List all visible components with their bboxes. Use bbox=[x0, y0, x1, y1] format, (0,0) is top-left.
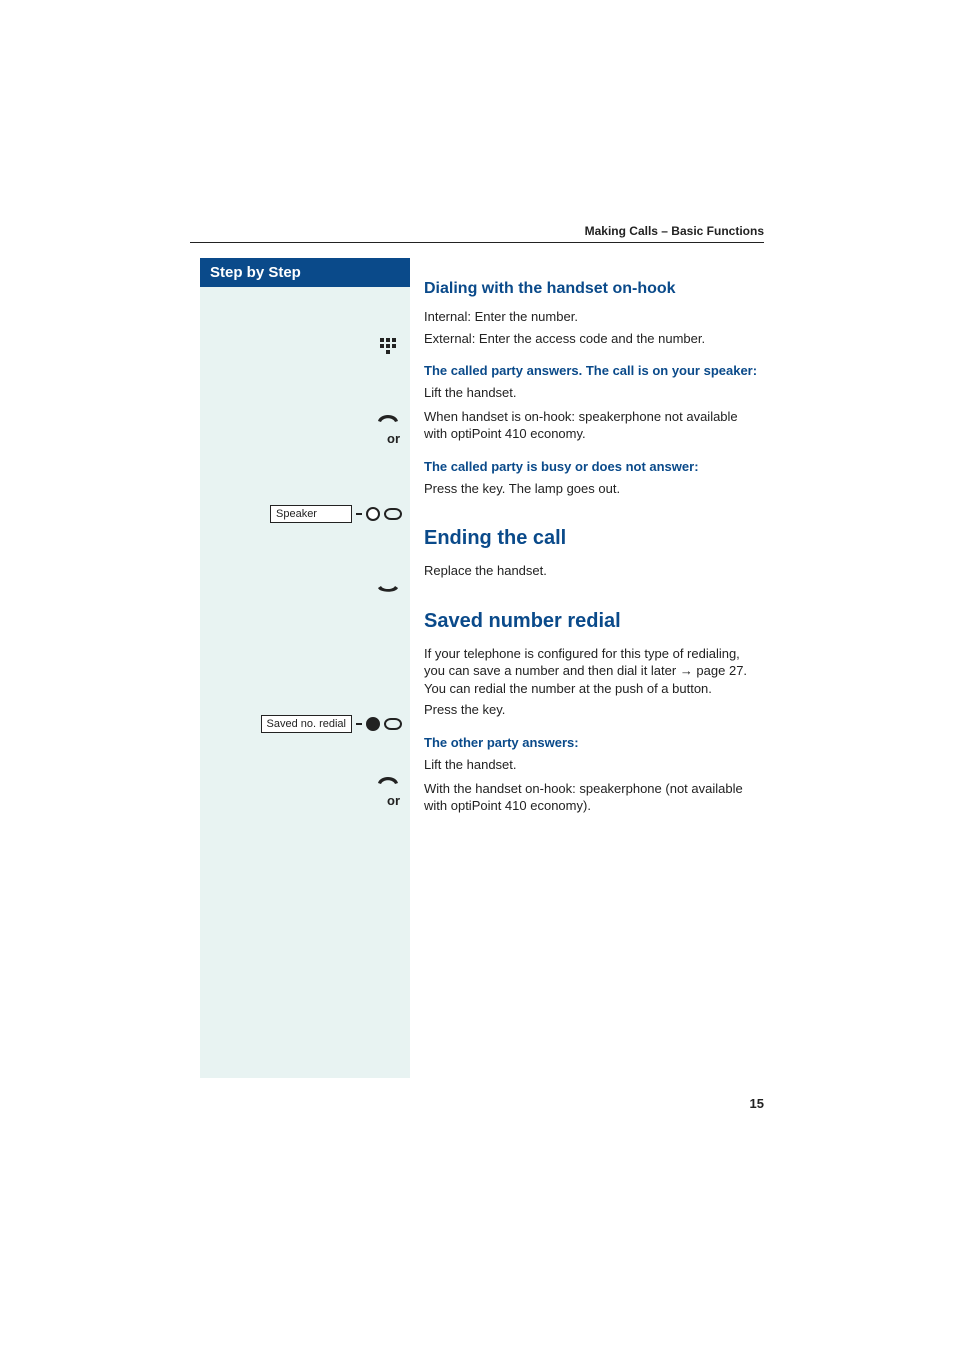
press-key-lamp-line: Press the key. The lamp goes out. bbox=[424, 474, 764, 500]
external-line: External: Enter the access code and the … bbox=[424, 328, 764, 350]
party-busy-sub: The called party is busy or does not ans… bbox=[424, 445, 764, 474]
lift-handset-line-2: Lift the handset. bbox=[424, 750, 764, 776]
saved-redial-key-label: Saved no. redial bbox=[261, 715, 353, 733]
key-lamp-icon bbox=[384, 718, 402, 730]
onhook-speakerphone-line-2: With the handset on-hook: speakerphone (… bbox=[424, 776, 764, 817]
key-connector bbox=[356, 723, 362, 725]
handset-offhook-icon bbox=[376, 771, 400, 790]
ending-call-heading: Ending the call bbox=[424, 499, 764, 560]
saved-redial-key: Saved no. redial bbox=[258, 715, 402, 733]
speaker-key-label: Speaker bbox=[270, 505, 352, 523]
handset-offhook-icon bbox=[376, 409, 400, 428]
key-connector bbox=[356, 513, 362, 515]
onhook-speakerphone-line: When handset is on-hook: speakerphone no… bbox=[424, 404, 764, 445]
party-answers-sub: The called party answers. The call is on… bbox=[424, 349, 764, 378]
main-content: Dialing with the handset on-hook Interna… bbox=[410, 258, 764, 1078]
replace-handset-line: Replace the handset. bbox=[424, 560, 764, 582]
saved-redial-heading: Saved number redial bbox=[424, 582, 764, 643]
running-header: Making Calls – Basic Functions bbox=[585, 224, 764, 238]
step-sidebar: Step by Step or bbox=[200, 258, 410, 1078]
saved-redial-intro: If your telephone is configured for this… bbox=[424, 643, 764, 700]
page-number: 15 bbox=[750, 1096, 764, 1111]
speaker-key: Speaker bbox=[258, 505, 402, 523]
header-rule bbox=[190, 242, 764, 243]
sidebar-title: Step by Step bbox=[200, 258, 410, 287]
sidebar-content: or Speaker Saved no. redial bbox=[200, 287, 410, 1077]
key-button-icon bbox=[366, 507, 380, 521]
or-label-1: or bbox=[387, 431, 400, 446]
press-key-line: Press the key. bbox=[424, 699, 764, 721]
internal-line: Internal: Enter the number. bbox=[424, 306, 764, 328]
key-button-icon bbox=[366, 717, 380, 731]
or-label-2: or bbox=[387, 793, 400, 808]
content-row: Step by Step or bbox=[200, 258, 764, 1078]
lift-handset-line: Lift the handset. bbox=[424, 378, 764, 404]
page: Making Calls – Basic Functions Step by S… bbox=[0, 0, 954, 1351]
dialing-onhook-heading: Dialing with the handset on-hook bbox=[424, 258, 764, 306]
key-lamp-icon bbox=[384, 508, 402, 520]
keypad-icon bbox=[376, 337, 400, 360]
handset-onhook-icon bbox=[376, 583, 400, 601]
other-party-answers-sub: The other party answers: bbox=[424, 721, 764, 750]
